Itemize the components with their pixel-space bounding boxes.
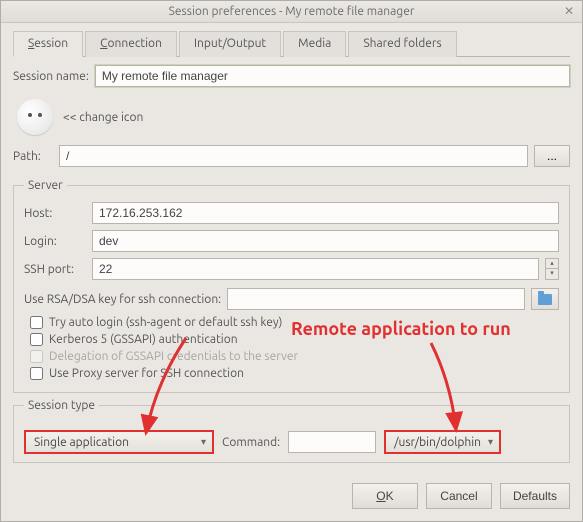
titlebar: Session preferences - My remote file man… [1,1,582,23]
server-legend: Server [24,179,67,192]
change-icon-link[interactable]: << change icon [63,111,143,124]
kerberos-label: Kerberos 5 (GSSAPI) authentication [49,333,238,346]
key-input[interactable] [227,288,525,310]
session-name-label: Session name: [13,70,89,83]
login-label: Login: [24,235,86,248]
session-type-legend: Session type [24,399,99,412]
tabs: Session Connection Input/Output Media Sh… [13,31,570,57]
command-path-combo[interactable]: /usr/bin/dolphin [384,430,501,454]
defaults-button[interactable]: Defaults [500,483,570,509]
sshport-input[interactable] [92,258,539,280]
auto-login-label: Try auto login (ssh-agent or default ssh… [49,316,282,329]
login-input[interactable] [92,230,559,252]
path-label: Path: [13,150,53,163]
sshport-spinner[interactable]: ▴ ▾ [545,258,559,280]
session-type-combo[interactable]: Single application [24,430,214,454]
tab-session[interactable]: Session [13,31,83,57]
host-label: Host: [24,207,86,220]
tab-media[interactable]: Media [283,31,346,57]
proxy-label: Use Proxy server for SSH connection [49,367,244,380]
tab-shared[interactable]: Shared folders [348,31,456,57]
window-title: Session preferences - My remote file man… [169,5,415,18]
command-path-value: /usr/bin/dolphin [394,436,481,449]
tab-io[interactable]: Input/Output [179,31,281,57]
spinner-down-icon[interactable]: ▾ [545,269,559,280]
host-input[interactable] [92,202,559,224]
command-label: Command: [222,436,280,449]
command-input[interactable] [288,431,376,453]
cancel-button[interactable]: Cancel [426,483,492,509]
session-name-input[interactable] [95,65,570,87]
auto-login-checkbox[interactable] [30,316,43,329]
delegation-checkbox [30,350,43,363]
key-label: Use RSA/DSA key for ssh connection: [24,293,221,306]
delegation-label: Delegation of GSSAPI credentials to the … [49,350,298,363]
server-group: Server Host: Login: SSH port: ▴ ▾ Use RS… [13,179,570,393]
spinner-up-icon[interactable]: ▴ [545,258,559,269]
session-type-value: Single application [34,436,129,449]
tab-connection[interactable]: Connection [85,31,177,57]
key-browse-button[interactable] [531,288,559,310]
ok-button[interactable]: OK [352,483,418,509]
proxy-checkbox[interactable] [30,367,43,380]
kerberos-checkbox[interactable] [30,333,43,346]
close-icon[interactable]: ✕ [562,5,576,19]
session-type-group: Session type Single application Command:… [13,399,570,463]
path-browse-button[interactable]: ... [534,145,570,167]
folder-icon [538,294,552,305]
path-input[interactable] [59,145,528,167]
session-icon[interactable] [17,99,53,135]
sshport-label: SSH port: [24,263,86,276]
